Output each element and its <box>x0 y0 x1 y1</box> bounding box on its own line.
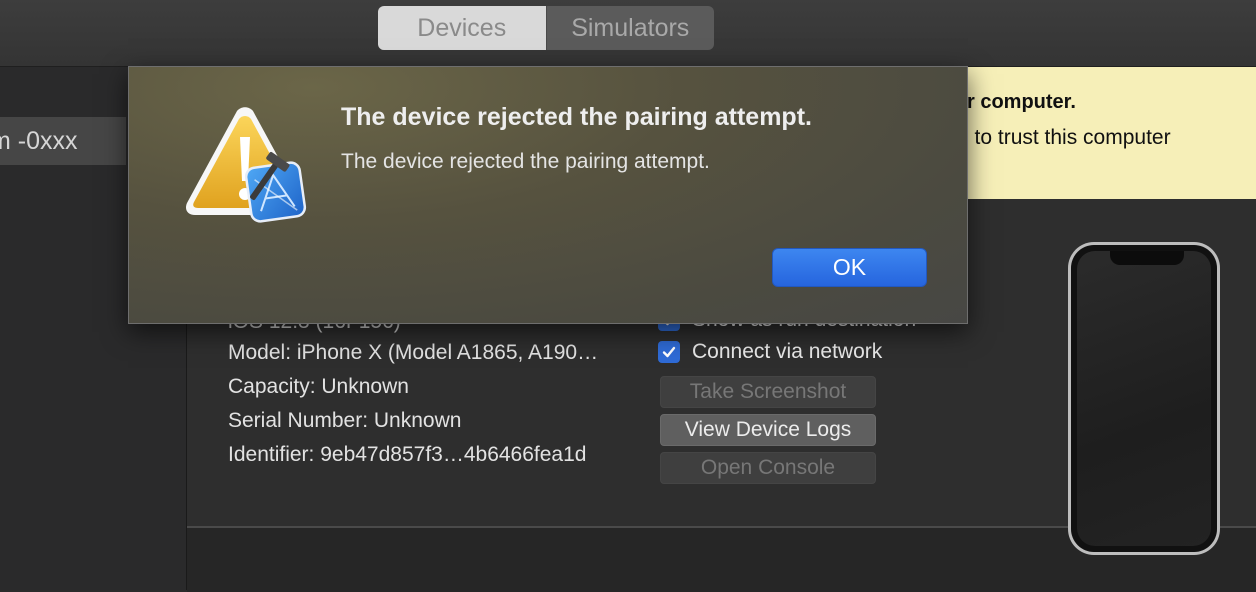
alert-title: The device rejected the pairing attempt. <box>341 103 812 131</box>
devices-simulators-segmented-control[interactable]: Devices Simulators <box>378 6 714 50</box>
capacity-text: Capacity: Unknown <box>228 375 409 398</box>
model-text: Model: iPhone X (Model A1865, A190… <box>228 341 599 364</box>
checkmark-icon <box>662 346 676 358</box>
view-device-logs-button[interactable]: View Device Logs <box>660 414 876 446</box>
sidebar-item-label: m -0xxx <box>0 126 78 155</box>
sidebar-item-device[interactable]: m -0xxx <box>0 117 126 165</box>
phone-notch <box>1110 251 1184 265</box>
warning-xcode-icon <box>185 107 307 223</box>
trust-warning-banner: r computer. e to trust this computer <box>957 67 1256 199</box>
take-screenshot-button[interactable]: Take Screenshot <box>660 376 876 408</box>
open-console-button[interactable]: Open Console <box>660 452 876 484</box>
alert-message: The device rejected the pairing attempt. <box>341 150 710 173</box>
window-toolbar: Devices Simulators <box>0 0 1256 67</box>
serial-number-text: Serial Number: Unknown <box>228 409 462 432</box>
banner-title: r computer. <box>967 91 1076 113</box>
iphone-device-image <box>1068 242 1220 555</box>
banner-body: e to trust this computer <box>957 126 1171 149</box>
identifier-text: Identifier: 9eb47d857f3…4b6466fea1d <box>228 443 587 466</box>
tab-devices[interactable]: Devices <box>378 6 546 50</box>
connect-via-network-option[interactable]: Connect via network <box>658 340 882 364</box>
pairing-error-alert: The device rejected the pairing attempt.… <box>128 66 968 324</box>
connect-via-network-label: Connect via network <box>692 340 883 363</box>
connect-via-network-checkbox[interactable] <box>658 341 680 363</box>
tab-simulators[interactable]: Simulators <box>545 6 714 50</box>
ok-button[interactable]: OK <box>772 248 927 287</box>
